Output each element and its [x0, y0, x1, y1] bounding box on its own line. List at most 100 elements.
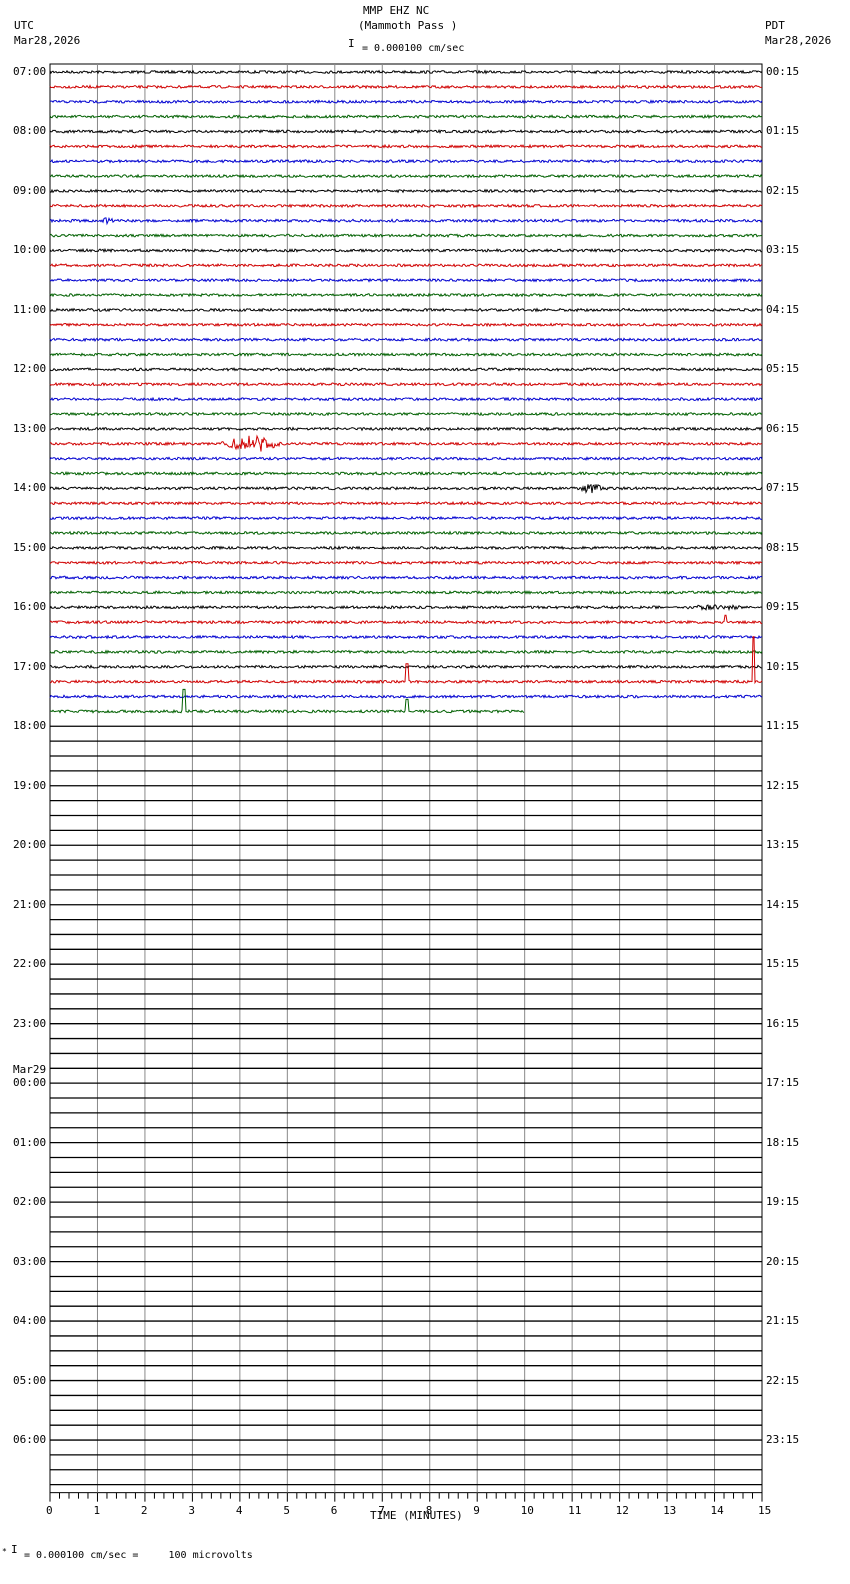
- left-hour-label: 00:00: [13, 1076, 47, 1090]
- seismic-trace: [49, 426, 763, 432]
- left-hour-label: 06:00: [13, 1433, 47, 1447]
- seismic-trace: [49, 233, 763, 238]
- right-hour-label: 17:15: [766, 1076, 800, 1090]
- seismic-trace: [49, 277, 763, 283]
- left-hour-label: 01:00: [13, 1135, 47, 1149]
- left-hour-label: 04:00: [13, 1314, 47, 1328]
- right-hour-label: 06:15: [766, 421, 800, 435]
- seismic-trace: [49, 381, 763, 387]
- seismic-trace: [49, 143, 763, 149]
- right-hour-label: 23:15: [766, 1433, 800, 1447]
- x-tick-label: 3: [188, 1503, 196, 1517]
- left-hour-label: 22:00: [13, 957, 47, 971]
- left-hour-label: 07:00: [13, 65, 47, 78]
- x-tick-label: 11: [568, 1503, 582, 1517]
- seismic-trace: [49, 545, 763, 551]
- seismic-trace: [49, 484, 763, 494]
- seismic-trace: [49, 590, 763, 595]
- seismic-trace: [49, 128, 762, 135]
- x-tick-label: 5: [283, 1503, 290, 1517]
- seismic-trace: [49, 84, 763, 90]
- x-tick-label: 10: [520, 1503, 534, 1517]
- seismic-trace: [49, 292, 763, 298]
- seismic-trace: [49, 636, 763, 685]
- seismic-trace: [49, 575, 763, 581]
- left-hour-label: 19:00: [13, 778, 47, 792]
- left-hour-label: 16:00: [13, 600, 47, 614]
- helicorder-page: MMP EHZ NC (Mammoth Pass ) I = 0.000100 …: [0, 0, 850, 1584]
- left-hour-label: 21:00: [13, 897, 47, 911]
- left-hour-label: 13:00: [13, 421, 47, 435]
- x-tick-label: 4: [235, 1503, 243, 1517]
- left-hour-label: 10:00: [13, 243, 47, 257]
- seismic-trace: [49, 515, 763, 521]
- seismic-trace: [49, 247, 763, 253]
- footer-scale-bar-icon: I: [11, 1543, 18, 1556]
- left-hour-label: 05:00: [13, 1373, 47, 1387]
- left-hour-label: 11:00: [13, 302, 47, 316]
- seismic-trace: [49, 649, 763, 655]
- right-hour-label: 20:15: [766, 1254, 800, 1268]
- seismic-trace: [49, 456, 763, 462]
- right-hour-label: 12:15: [766, 778, 800, 792]
- x-tick-label: 13: [663, 1503, 677, 1517]
- seismic-trace: [49, 530, 763, 536]
- left-hour-label: 23:00: [13, 1016, 47, 1030]
- right-hour-label: 03:15: [766, 243, 800, 257]
- right-hour-label: 16:15: [766, 1016, 800, 1030]
- x-tick-label: 1: [93, 1503, 101, 1517]
- seismic-trace: [49, 604, 763, 612]
- left-hour-label: 15:00: [13, 540, 47, 554]
- right-hour-label: 10:15: [766, 659, 800, 673]
- x-tick-label: 2: [140, 1503, 148, 1517]
- seismogram-plot: [49, 63, 763, 1502]
- seismic-trace: [49, 217, 763, 226]
- plot-frame: [49, 63, 763, 1494]
- seismic-trace: [49, 366, 763, 372]
- left-hour-label: 12:00: [13, 362, 47, 376]
- right-hour-label: 07:15: [766, 481, 800, 495]
- left-hour-label: 18:00: [13, 719, 47, 733]
- seismic-trace: [49, 173, 763, 179]
- right-hour-label: 19:15: [766, 1195, 800, 1209]
- right-hour-label: 22:15: [766, 1373, 800, 1387]
- seismic-trace: [49, 188, 763, 194]
- seismic-trace: [49, 560, 763, 566]
- left-hour-label: 08:00: [13, 124, 47, 138]
- right-hour-label: 08:15: [766, 540, 800, 554]
- right-hour-label: 14:15: [766, 897, 800, 911]
- seismic-trace: [50, 99, 763, 105]
- right-hour-label: 02:15: [766, 183, 800, 197]
- x-tick-label: 0: [46, 1503, 53, 1517]
- x-tick-label: 9: [473, 1503, 480, 1517]
- x-tick-label: 12: [615, 1503, 629, 1517]
- x-tick-label: 15: [758, 1503, 772, 1517]
- right-hour-label: 04:15: [766, 302, 800, 316]
- right-hour-label: 21:15: [766, 1314, 800, 1328]
- footer-scale-note: = 0.000100 cm/sec = 100 microvolts: [24, 1550, 253, 1561]
- right-hour-label: 11:15: [766, 719, 800, 733]
- seismic-trace: [49, 203, 763, 209]
- left-hour-label: 17:00: [13, 659, 47, 673]
- right-hour-label: 01:15: [766, 124, 800, 138]
- seismic-trace: [49, 500, 763, 506]
- seismic-trace: [49, 114, 763, 120]
- date-change-label: Mar29: [13, 1063, 47, 1077]
- right-hour-label: 00:15: [766, 65, 800, 78]
- seismic-trace: [49, 307, 763, 313]
- seismic-trace: [49, 634, 763, 640]
- seismic-trace: [49, 614, 763, 625]
- left-hour-label: 02:00: [13, 1195, 47, 1209]
- seismic-trace: [49, 434, 763, 452]
- seismic-trace: [49, 322, 763, 328]
- footer-marker: *: [2, 1547, 7, 1556]
- left-hour-label: 09:00: [13, 183, 47, 197]
- x-tick-label: 6: [330, 1503, 338, 1517]
- seismic-trace: [49, 262, 763, 268]
- seismic-trace: [49, 69, 763, 75]
- left-hour-label: 14:00: [13, 481, 47, 495]
- seismic-trace: [49, 470, 763, 477]
- seismic-trace: [49, 694, 763, 699]
- left-hour-label: 03:00: [13, 1254, 47, 1268]
- seismic-trace: [49, 396, 763, 402]
